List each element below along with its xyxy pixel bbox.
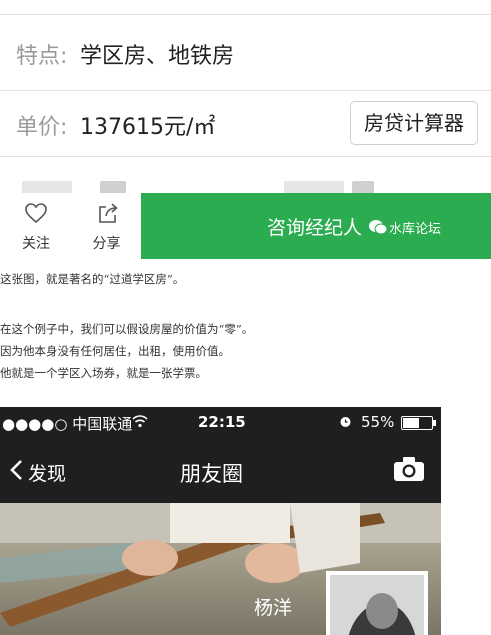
listing-panel: 特点: 学区房、地铁房 单价: 137615元/㎡ 房贷计算器 (0, 0, 491, 193)
back-label[interactable]: 发现 (28, 459, 66, 486)
moments-cover-photo: 杨洋 (0, 503, 441, 635)
loan-calculator-button[interactable]: 房贷计算器 (350, 101, 478, 145)
alarm-icon (340, 417, 351, 427)
battery-percent: 55% (361, 413, 395, 431)
wechat-icon (369, 220, 387, 235)
battery-icon (401, 416, 436, 430)
divider (0, 14, 491, 15)
clock-text: 22:15 (198, 413, 246, 431)
back-chevron-icon[interactable] (9, 459, 23, 481)
watermark-text: 水库论坛 (389, 222, 442, 237)
share-button[interactable]: 分享 (72, 193, 141, 259)
article-line: 这张图，就是著名的“过道学区房”。 (0, 272, 185, 286)
user-name: 杨洋 (254, 597, 293, 619)
avatar-image (330, 575, 424, 635)
divider (0, 156, 491, 157)
share-label: 分享 (92, 236, 121, 252)
avatar[interactable] (326, 571, 428, 635)
cut-off-row (0, 165, 491, 193)
wifi-icon (132, 415, 148, 428)
heart-icon (25, 203, 47, 224)
price-label: 单价: (16, 115, 68, 140)
action-bar: 关注 分享 咨询经纪人 水库论坛 (0, 193, 491, 259)
nav-title: 朋友圈 (180, 462, 243, 486)
consult-agent-label: 咨询经纪人 (267, 217, 363, 239)
status-bar: ●●●●○ 中国联通 22:15 55% (0, 407, 441, 437)
feature-label: 特点: (16, 44, 68, 69)
share-icon (99, 203, 118, 223)
feature-value: 学区房、地铁房 (80, 44, 235, 69)
divider (0, 90, 491, 91)
consult-agent-button[interactable]: 咨询经纪人 水库论坛 (141, 193, 491, 259)
embedded-phone-screenshot: ●●●●○ 中国联通 22:15 55% 发现 朋友圈 杨洋 (0, 407, 441, 635)
article-line: 在这个例子中，我们可以假设房屋的价值为“零”。 (0, 322, 254, 336)
article-line: 他就是一个学区入场券，就是一张学票。 (0, 366, 207, 380)
price-value: 137615元/㎡ (80, 115, 216, 140)
camera-icon[interactable] (393, 456, 425, 482)
carrier-text: ●●●●○ 中国联通 (2, 415, 133, 433)
article-line: 因为他本身没有任何居住，出租，使用价值。 (0, 344, 230, 358)
follow-label: 关注 (22, 236, 50, 252)
follow-button[interactable]: 关注 (0, 193, 72, 259)
nav-bar: 发现 朋友圈 (0, 437, 441, 503)
